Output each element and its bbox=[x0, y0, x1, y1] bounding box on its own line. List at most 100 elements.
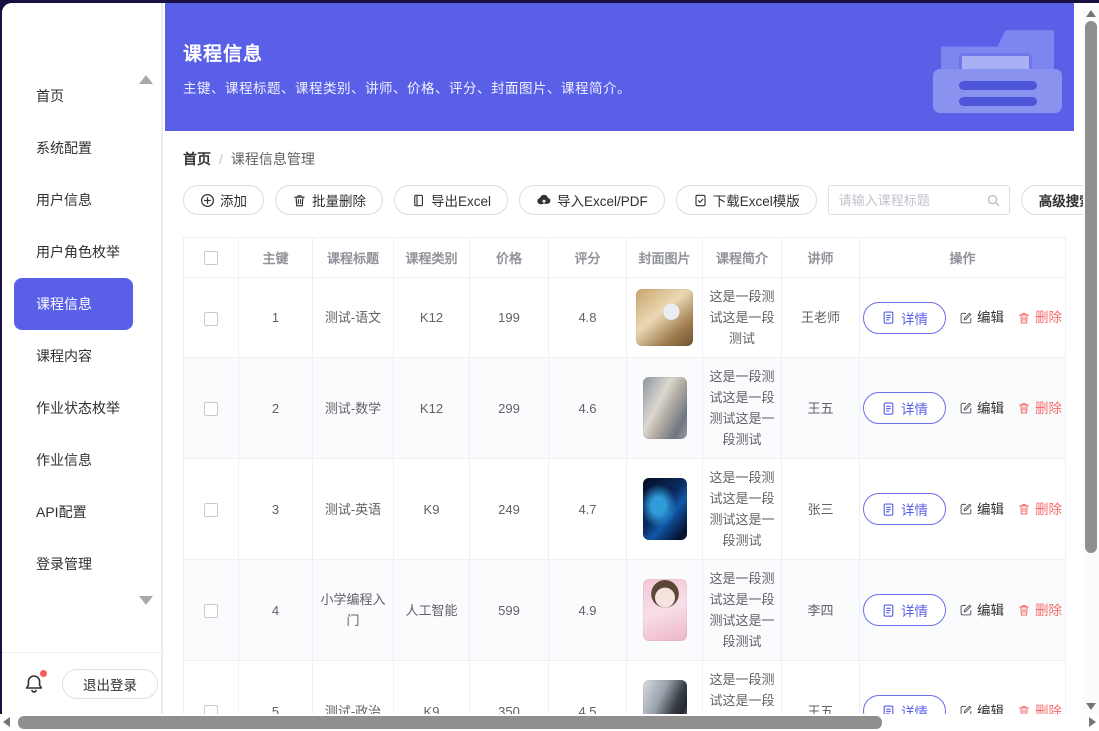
cell-teacher: 王老师 bbox=[782, 278, 860, 358]
edit-button[interactable]: 编辑 bbox=[959, 307, 1004, 328]
cell-cover bbox=[627, 358, 703, 459]
row-checkbox-cell bbox=[184, 459, 239, 560]
delete-trash-icon bbox=[1017, 603, 1031, 617]
delete-trash-icon bbox=[1017, 311, 1031, 325]
cell-intro: 这是一段测试这是一段测试这是一段测试 bbox=[703, 560, 782, 661]
sidebar-item-作业信息[interactable]: 作业信息 bbox=[14, 434, 133, 486]
edit-button[interactable]: 编辑 bbox=[959, 499, 1004, 520]
row-checkbox[interactable] bbox=[204, 503, 218, 517]
delete-button-label: 删除 bbox=[1035, 307, 1062, 328]
detail-button[interactable]: 详情 bbox=[863, 594, 946, 626]
column-header-课程类别: 课程类别 bbox=[394, 238, 470, 278]
cell-id: 2 bbox=[239, 358, 313, 459]
edit-button[interactable]: 编辑 bbox=[959, 398, 1004, 419]
main-panel: 课程信息 主键、课程标题、课程类别、讲师、价格、评分、封面图片、课程简介。 首页… bbox=[165, 3, 1099, 731]
table-row: 2 测试-数学 K12 299 4.6 这是一段测试这是一段测试这是一段测试 王… bbox=[184, 358, 1066, 459]
cell-id: 1 bbox=[239, 278, 313, 358]
sidebar-menu: 首页系统配置用户信息用户角色枚举课程信息课程内容作业状态枚举作业信息API配置登… bbox=[2, 3, 161, 590]
breadcrumb: 首页 / 课程信息管理 bbox=[183, 149, 1081, 169]
detail-button[interactable]: 详情 bbox=[863, 302, 946, 334]
cell-course-title: 测试-数学 bbox=[313, 358, 394, 459]
detail-button[interactable]: 详情 bbox=[863, 493, 946, 525]
cell-actions: 详情 编辑 bbox=[860, 358, 1066, 459]
logout-button[interactable]: 退出登录 bbox=[62, 669, 158, 699]
cell-rating: 4.9 bbox=[549, 560, 627, 661]
delete-button[interactable]: 删除 bbox=[1017, 307, 1062, 328]
row-checkbox-cell bbox=[184, 278, 239, 358]
cell-course-category: K12 bbox=[394, 358, 470, 459]
scroll-left-arrow-icon[interactable] bbox=[3, 717, 10, 727]
vertical-scrollbar-thumb[interactable] bbox=[1085, 21, 1097, 553]
cell-intro: 这是一段测试这是一段测试这是一段测试 bbox=[703, 459, 782, 560]
vertical-scrollbar[interactable] bbox=[1083, 6, 1099, 714]
row-checkbox[interactable] bbox=[204, 402, 218, 416]
search-box bbox=[828, 185, 1010, 215]
detail-button-label: 详情 bbox=[901, 398, 928, 418]
download-template-button[interactable]: 下载Excel模版 bbox=[676, 185, 817, 215]
sidebar-item-首页[interactable]: 首页 bbox=[14, 70, 133, 122]
column-header-封面图片: 封面图片 bbox=[627, 238, 703, 278]
sidebar-item-用户信息[interactable]: 用户信息 bbox=[14, 174, 133, 226]
sidebar-scroll-up-icon[interactable] bbox=[139, 75, 153, 84]
cell-teacher: 李四 bbox=[782, 560, 860, 661]
notification-bell-icon[interactable] bbox=[22, 672, 46, 696]
column-header-操作: 操作 bbox=[860, 238, 1066, 278]
table-header-row: 主键课程标题课程类别价格评分封面图片课程简介讲师操作 bbox=[184, 238, 1066, 278]
sidebar-scroll-down-icon[interactable] bbox=[139, 596, 153, 605]
batch-delete-label: 批量删除 bbox=[312, 190, 366, 210]
detail-document-icon bbox=[881, 310, 896, 325]
export-excel-button[interactable]: 导出Excel bbox=[394, 185, 508, 215]
row-checkbox[interactable] bbox=[204, 604, 218, 618]
page-header-banner: 课程信息 主键、课程标题、课程类别、讲师、价格、评分、封面图片、课程简介。 bbox=[165, 3, 1074, 131]
sidebar-item-系统配置[interactable]: 系统配置 bbox=[14, 122, 133, 174]
sidebar: 首页系统配置用户信息用户角色枚举课程信息课程内容作业状态枚举作业信息API配置登… bbox=[2, 3, 163, 731]
breadcrumb-separator: / bbox=[219, 151, 223, 167]
course-table: 主键课程标题课程类别价格评分封面图片课程简介讲师操作 1 测试-语文 K12 1… bbox=[183, 237, 1081, 731]
select-all-checkbox[interactable] bbox=[204, 251, 218, 265]
delete-button[interactable]: 删除 bbox=[1017, 398, 1062, 419]
scroll-right-arrow-icon[interactable] bbox=[1089, 717, 1096, 727]
import-excel-pdf-button[interactable]: 导入Excel/PDF bbox=[519, 185, 665, 215]
scroll-down-arrow-icon[interactable] bbox=[1086, 703, 1096, 710]
table-row: 1 测试-语文 K12 199 4.8 这是一段测试这是一段测试 王老师 详情 bbox=[184, 278, 1066, 358]
edit-button-label: 编辑 bbox=[977, 600, 1004, 621]
delete-button[interactable]: 删除 bbox=[1017, 600, 1062, 621]
breadcrumb-home-link[interactable]: 首页 bbox=[183, 149, 211, 169]
cover-image bbox=[643, 377, 687, 439]
cell-price: 599 bbox=[470, 560, 549, 661]
export-document-icon bbox=[411, 193, 426, 208]
sidebar-item-课程信息[interactable]: 课程信息 bbox=[14, 278, 133, 330]
row-checkbox[interactable] bbox=[204, 312, 218, 326]
delete-button[interactable]: 删除 bbox=[1017, 499, 1062, 520]
sidebar-item-API配置[interactable]: API配置 bbox=[14, 486, 133, 538]
detail-button-label: 详情 bbox=[901, 600, 928, 620]
scroll-up-arrow-icon[interactable] bbox=[1086, 10, 1096, 17]
delete-button-label: 删除 bbox=[1035, 600, 1062, 621]
edit-pen-icon bbox=[959, 502, 973, 516]
cell-rating: 4.7 bbox=[549, 459, 627, 560]
horizontal-scrollbar-thumb[interactable] bbox=[18, 716, 882, 729]
cell-rating: 4.6 bbox=[549, 358, 627, 459]
delete-trash-icon bbox=[1017, 401, 1031, 415]
add-button[interactable]: 添加 bbox=[183, 185, 264, 215]
batch-delete-button[interactable]: 批量删除 bbox=[275, 185, 383, 215]
detail-document-icon bbox=[881, 401, 896, 416]
cell-intro: 这是一段测试这是一段测试这是一段测试 bbox=[703, 358, 782, 459]
sidebar-item-登录管理[interactable]: 登录管理 bbox=[14, 538, 133, 590]
table-row: 3 测试-英语 K9 249 4.7 这是一段测试这是一段测试这是一段测试 张三… bbox=[184, 459, 1066, 560]
detail-button-label: 详情 bbox=[901, 499, 928, 519]
edit-button-label: 编辑 bbox=[977, 307, 1004, 328]
cell-price: 249 bbox=[470, 459, 549, 560]
search-input[interactable] bbox=[839, 193, 986, 208]
sidebar-item-课程内容[interactable]: 课程内容 bbox=[14, 330, 133, 382]
folder-icon bbox=[925, 27, 1070, 113]
horizontal-scrollbar[interactable] bbox=[0, 714, 1099, 731]
cell-teacher: 王五 bbox=[782, 358, 860, 459]
search-icon[interactable] bbox=[986, 193, 1001, 208]
detail-button[interactable]: 详情 bbox=[863, 392, 946, 424]
sidebar-item-用户角色枚举[interactable]: 用户角色枚举 bbox=[14, 226, 133, 278]
sidebar-item-作业状态枚举[interactable]: 作业状态枚举 bbox=[14, 382, 133, 434]
header-checkbox-cell bbox=[184, 238, 239, 278]
edit-button[interactable]: 编辑 bbox=[959, 600, 1004, 621]
cell-course-title: 测试-英语 bbox=[313, 459, 394, 560]
